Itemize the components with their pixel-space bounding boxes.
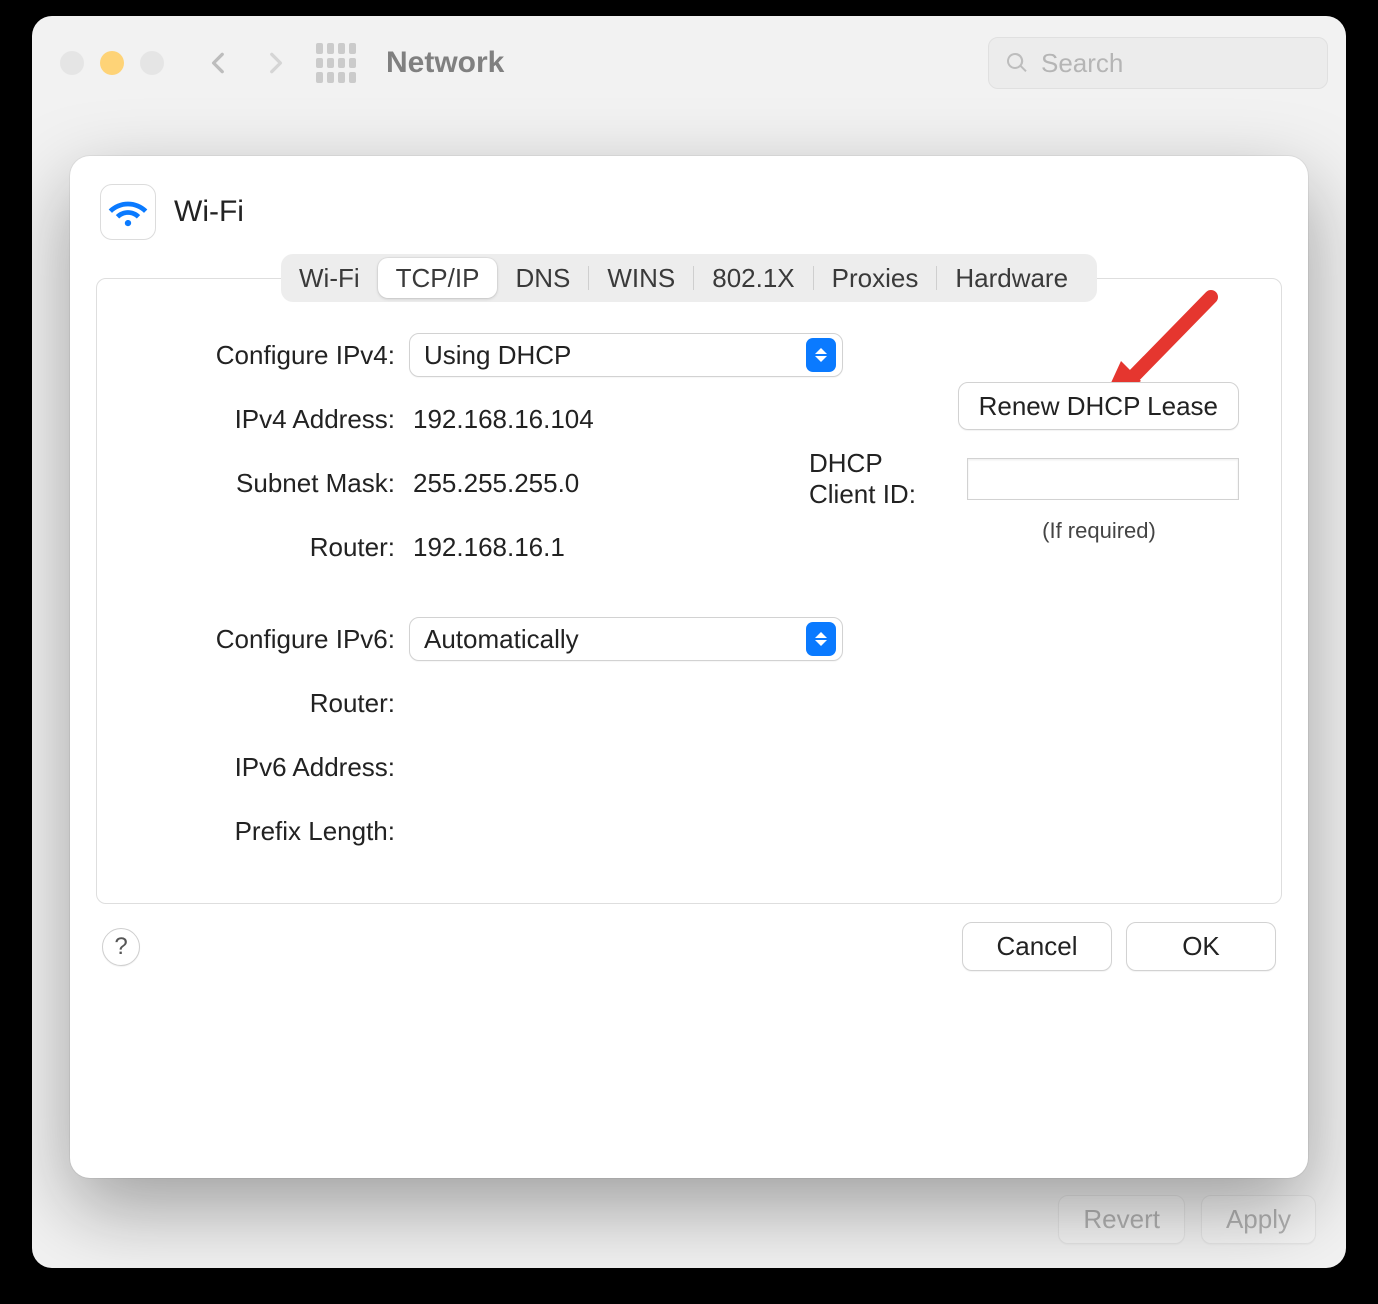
search-input[interactable]: Search bbox=[988, 37, 1328, 89]
window-toolbar: Network Search bbox=[32, 16, 1346, 110]
configure-ipv6-value: Automatically bbox=[424, 624, 806, 655]
forward-button[interactable] bbox=[252, 40, 298, 86]
cancel-button[interactable]: Cancel bbox=[962, 922, 1112, 971]
tab-wins[interactable]: WINS bbox=[589, 258, 693, 298]
select-stepper-icon bbox=[806, 338, 836, 372]
value-subnet-mask: 255.255.255.0 bbox=[409, 468, 739, 499]
tcpip-group: Configure IPv4: Using DHCP IPv4 Address:… bbox=[96, 278, 1282, 904]
label-router-v6: Router: bbox=[139, 688, 409, 719]
search-placeholder: Search bbox=[1041, 48, 1123, 79]
label-ipv6-address: IPv6 Address: bbox=[139, 752, 409, 783]
value-ipv4-address: 192.168.16.104 bbox=[409, 404, 739, 435]
tab-proxies[interactable]: Proxies bbox=[814, 258, 937, 298]
wifi-icon bbox=[100, 184, 156, 240]
tab-8021x[interactable]: 802.1X bbox=[694, 258, 812, 298]
label-ipv4-address: IPv4 Address: bbox=[139, 404, 409, 435]
tab-tcpip[interactable]: TCP/IP bbox=[378, 258, 498, 298]
minimize-window-button[interactable] bbox=[100, 51, 124, 75]
label-subnet-mask: Subnet Mask: bbox=[139, 468, 409, 499]
label-configure-ipv6: Configure IPv6: bbox=[139, 624, 409, 655]
label-configure-ipv4: Configure IPv4: bbox=[139, 340, 409, 371]
revert-button[interactable]: Revert bbox=[1058, 1195, 1185, 1244]
dhcp-side-panel: Renew DHCP Lease DHCP Client ID: (If req… bbox=[809, 391, 1239, 544]
renew-dhcp-lease-button[interactable]: Renew DHCP Lease bbox=[958, 382, 1239, 430]
tab-dns[interactable]: DNS bbox=[497, 258, 588, 298]
configure-ipv4-value: Using DHCP bbox=[424, 340, 806, 371]
sheet-header: Wi-Fi bbox=[96, 178, 1282, 254]
label-router-v4: Router: bbox=[139, 532, 409, 563]
back-button[interactable] bbox=[196, 40, 242, 86]
select-stepper-icon bbox=[806, 622, 836, 656]
configure-ipv4-select[interactable]: Using DHCP bbox=[409, 333, 843, 377]
window-title: Network bbox=[386, 46, 504, 80]
close-window-button[interactable] bbox=[60, 51, 84, 75]
dhcp-client-id-input[interactable] bbox=[967, 458, 1239, 500]
tab-wifi[interactable]: Wi-Fi bbox=[281, 258, 378, 298]
advanced-sheet: Wi-Fi Wi-Fi TCP/IP DNS WINS 802.1X Proxi… bbox=[70, 156, 1308, 1178]
show-all-icon[interactable] bbox=[316, 43, 356, 83]
apply-button[interactable]: Apply bbox=[1201, 1195, 1316, 1244]
label-if-required: (If required) bbox=[959, 518, 1239, 544]
zoom-window-button[interactable] bbox=[140, 51, 164, 75]
label-prefix-length: Prefix Length: bbox=[139, 816, 409, 847]
label-dhcp-client-id: DHCP Client ID: bbox=[809, 448, 953, 510]
help-button[interactable]: ? bbox=[102, 928, 140, 966]
sheet-title: Wi-Fi bbox=[174, 195, 244, 229]
sheet-button-bar: ? Cancel OK bbox=[96, 904, 1282, 973]
tab-bar: Wi-Fi TCP/IP DNS WINS 802.1X Proxies Har… bbox=[281, 254, 1097, 302]
tab-hardware[interactable]: Hardware bbox=[937, 258, 1086, 298]
window-traffic-lights bbox=[60, 51, 164, 75]
parent-window-buttons: Revert Apply bbox=[1058, 1195, 1316, 1244]
search-icon bbox=[1005, 51, 1029, 75]
value-router-v4: 192.168.16.1 bbox=[409, 532, 739, 563]
configure-ipv6-select[interactable]: Automatically bbox=[409, 617, 843, 661]
ok-button[interactable]: OK bbox=[1126, 922, 1276, 971]
